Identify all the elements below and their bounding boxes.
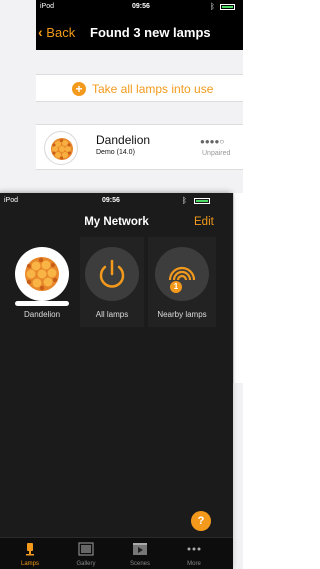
help-button[interactable]: ?	[191, 511, 211, 531]
dandelion-lamp-icon	[44, 131, 78, 165]
signal-arcs-icon	[155, 247, 209, 301]
carrier-label: iPod	[4, 197, 19, 204]
nav-bar: ‹ Back Found 3 new lamps	[36, 14, 243, 50]
nearby-lamps-tile[interactable]: 1 Nearby lamps	[148, 237, 216, 327]
carrier-label: iPod	[40, 3, 55, 10]
back-screen-edge	[233, 193, 243, 383]
bluetooth-icon: ᛒ	[210, 2, 215, 11]
tab-bar: Lamps Gallery Scenes More	[0, 537, 233, 569]
my-network-screen: iPod 09:56 ᛒ My Network Edit Dandelion A…	[0, 193, 233, 569]
tile-label: All lamps	[95, 310, 129, 319]
clock: 09:56	[102, 197, 120, 204]
tab-label: Gallery	[76, 561, 96, 567]
section-spacer	[36, 50, 243, 74]
take-all-label: Take all lamps into use	[92, 82, 214, 96]
back-button[interactable]: ‹ Back	[38, 24, 75, 40]
battery-icon	[194, 198, 210, 204]
take-all-lamps-button[interactable]: + Take all lamps into use	[36, 74, 243, 102]
tab-lamps[interactable]: Lamps	[4, 538, 56, 569]
tile-label: Nearby lamps	[157, 310, 207, 319]
back-label: Back	[46, 25, 76, 40]
tab-scenes[interactable]: Scenes	[114, 538, 166, 569]
more-icon	[185, 542, 203, 556]
pairing-status: Unpaired	[202, 150, 231, 157]
lamp-brightness-bar	[15, 301, 69, 306]
tile-label: Dandelion	[23, 310, 61, 319]
signal-strength-indicator: ●●●●○	[200, 137, 225, 146]
nearby-count-badge: 1	[170, 281, 182, 293]
lamp-tile-dandelion[interactable]: Dandelion	[8, 237, 76, 327]
list-item[interactable]: Dandelion Demo (14.0) ●●●●○ Unpaired	[36, 124, 243, 170]
chevron-left-icon: ‹	[38, 24, 43, 40]
status-bar: iPod 09:56 ᛒ	[0, 193, 233, 209]
lamp-icon	[21, 542, 39, 556]
lamp-name: Dandelion	[96, 133, 151, 147]
bluetooth-icon: ᛒ	[182, 196, 187, 205]
battery-icon	[220, 4, 235, 10]
page-title: Found 3 new lamps	[90, 25, 211, 40]
nav-bar: My Network Edit	[0, 209, 233, 237]
dandelion-lamp-icon	[15, 247, 69, 301]
tab-more[interactable]: More	[168, 538, 220, 569]
scenes-icon	[131, 542, 149, 556]
power-icon	[85, 247, 139, 301]
tab-gallery[interactable]: Gallery	[60, 538, 112, 569]
tab-label: More	[187, 561, 201, 567]
all-lamps-tile[interactable]: All lamps	[80, 237, 144, 327]
plus-icon: +	[72, 82, 86, 96]
edit-button[interactable]: Edit	[194, 216, 214, 228]
lamp-subtitle: Demo (14.0)	[96, 149, 135, 156]
gallery-icon	[77, 542, 95, 556]
tab-label: Scenes	[129, 561, 150, 567]
status-bar: iPod 09:56 ᛒ	[36, 0, 243, 14]
tab-label: Lamps	[20, 561, 39, 567]
clock: 09:56	[132, 3, 150, 10]
